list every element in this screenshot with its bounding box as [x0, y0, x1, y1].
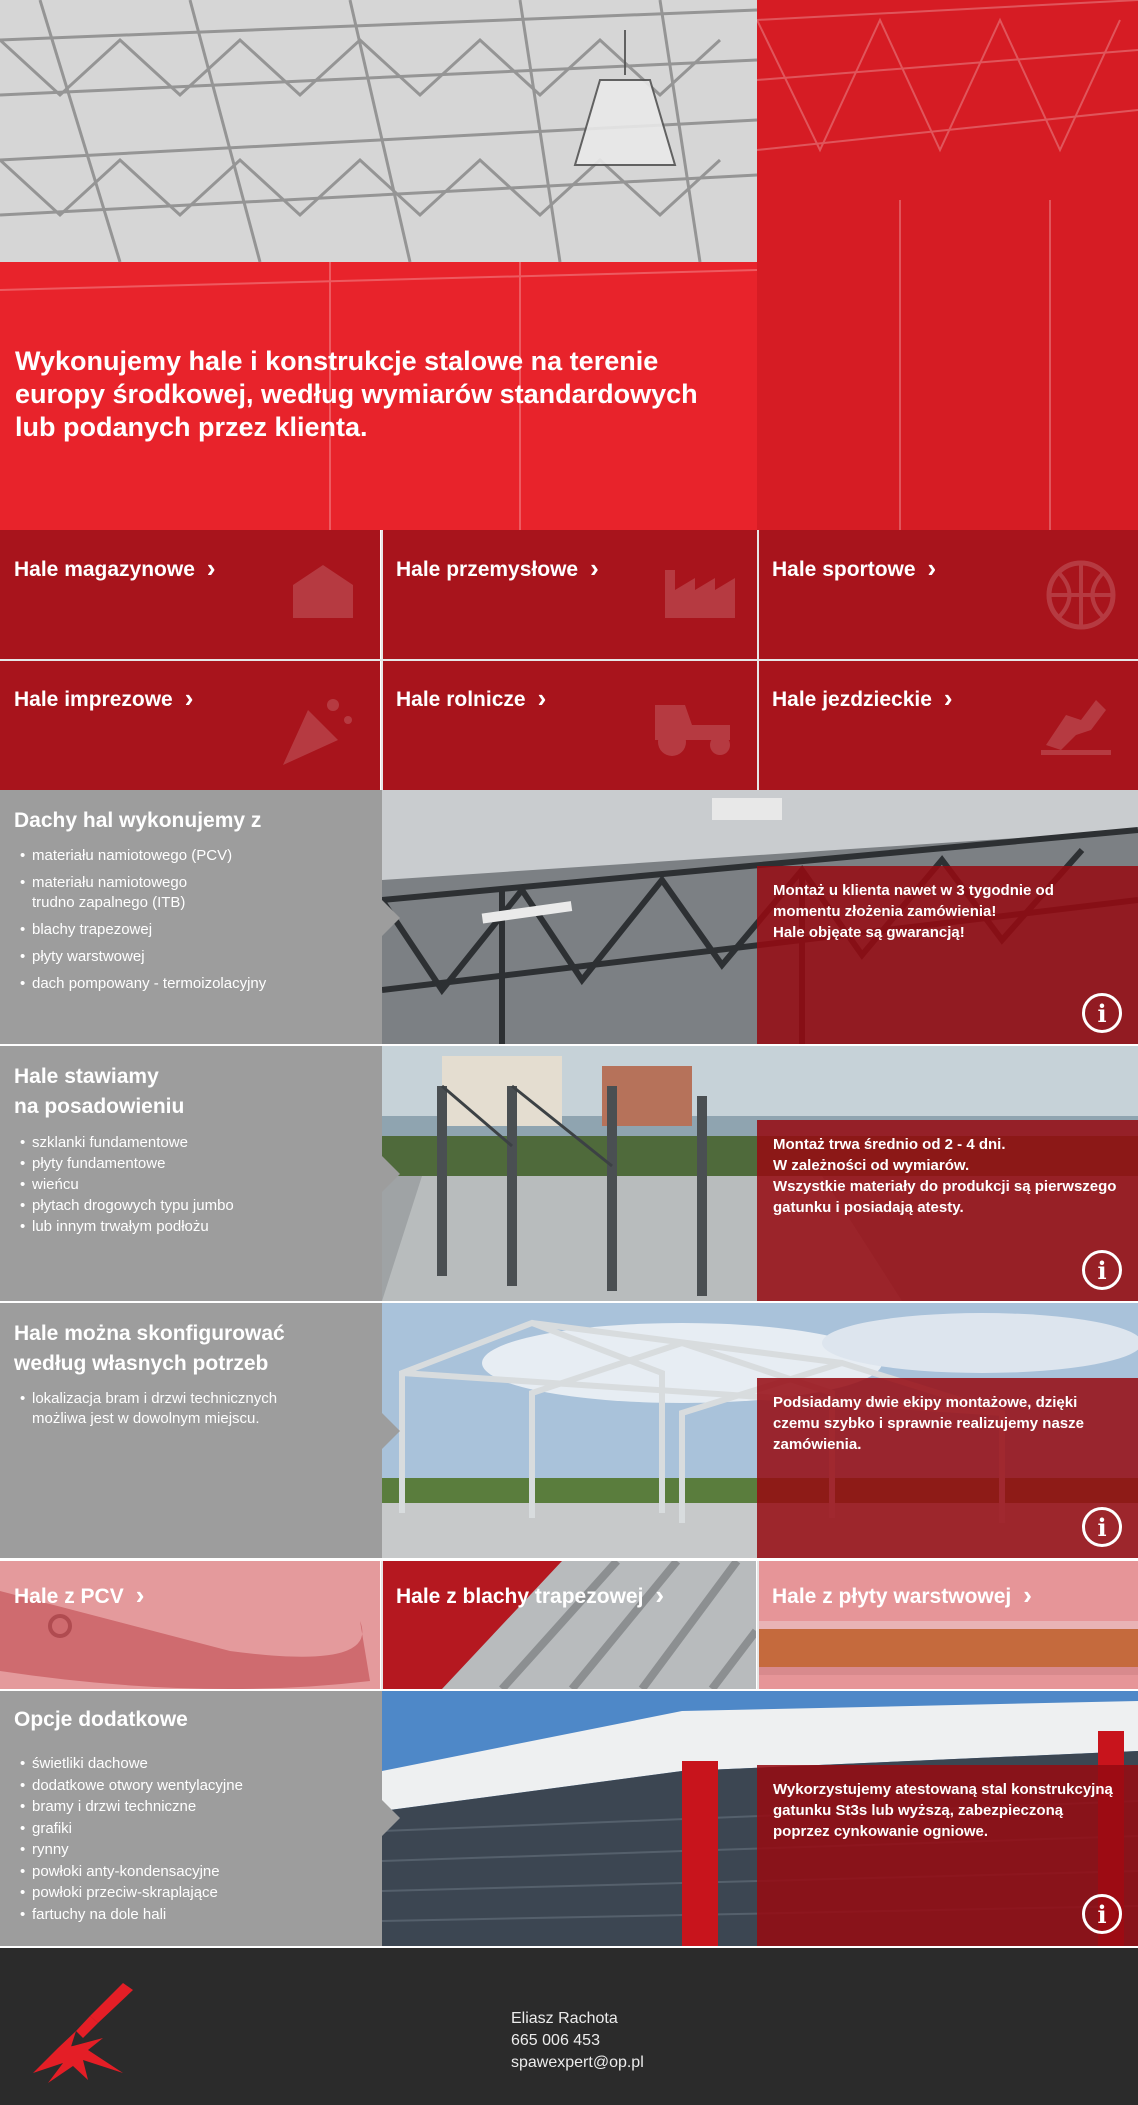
- chevron-right-icon: ›: [927, 553, 937, 583]
- material-trapezowa[interactable]: Hale z blachy trapezowej ›: [382, 1561, 756, 1689]
- info-icon[interactable]: i: [1082, 1894, 1122, 1934]
- chevron-right-icon: ›: [537, 683, 547, 713]
- foundation-panel: Hale stawiamy na posadowieniu szklanki f…: [0, 1046, 382, 1301]
- category-label: Hale imprezowe: [14, 688, 173, 711]
- category-hale-rolnicze[interactable]: Hale rolnicze ›: [382, 660, 762, 790]
- chevron-right-icon: ›: [943, 683, 953, 713]
- list-item: fartuchy na dole hali: [14, 1904, 368, 1926]
- chevron-right-icon: ›: [206, 553, 216, 583]
- list-item: powłoki przeciw-skraplające: [14, 1882, 368, 1904]
- roofs-panel: Dachy hal wykonujemy z materiału namioto…: [0, 790, 382, 1044]
- list-item: lokalizacja bram i drzwi technicznych mo…: [14, 1389, 368, 1429]
- info-icon[interactable]: i: [1082, 1507, 1122, 1547]
- category-hale-magazynowe[interactable]: Hale magazynowe ›: [0, 530, 380, 660]
- panel-arrow: [382, 1156, 400, 1192]
- warehouse-icon: [293, 565, 353, 618]
- chevron-right-icon: ›: [655, 1580, 665, 1610]
- category-label: Hale jezdzieckie: [772, 688, 932, 711]
- roofs-overlay: Montaż u klienta nawet w 3 tygodnie od m…: [757, 866, 1138, 1044]
- extras-overlay: Wykorzystujemy atestowaną stal konstrukc…: [757, 1765, 1138, 1946]
- category-hale-imprezowe[interactable]: Hale imprezowe ›: [0, 660, 380, 790]
- panel-arrow: [382, 1800, 400, 1836]
- chevron-right-icon: ›: [590, 553, 599, 583]
- contact-name: Eliasz Rachota: [511, 2010, 618, 2027]
- chevron-right-icon: ›: [1023, 1580, 1032, 1610]
- hero: Wykonujemy hale i konstrukcje stalowe na…: [0, 0, 1138, 530]
- category-label: Hale magazynowe: [14, 558, 195, 581]
- list-item: szklanki fundamentowe: [14, 1132, 368, 1153]
- info-icon[interactable]: i: [1082, 993, 1122, 1033]
- roofs-list: materiału namiotowego (PCV) materiału na…: [14, 846, 368, 994]
- contact-email[interactable]: spawexpert@op.pl: [511, 2052, 644, 2074]
- config-panel: Hale można skonfigurować według własnych…: [0, 1303, 382, 1558]
- list-item: blachy trapezowej: [14, 920, 368, 940]
- panel-arrow: [382, 900, 400, 936]
- extras-list: świetliki dachowe dodatkowe otwory wenty…: [14, 1753, 368, 1925]
- list-item: świetliki dachowe: [14, 1753, 368, 1775]
- panel-arrow: [382, 1413, 400, 1449]
- config-overlay: Podsiadamy dwie ekipy montażowe, dzięki …: [757, 1378, 1138, 1558]
- category-hale-przemyslowe[interactable]: Hale przemysłowe ›: [382, 530, 762, 660]
- extras-panel: Opcje dodatkowe świetliki dachowe dodatk…: [0, 1691, 382, 1946]
- list-item: powłoki anty-kondensacyjne: [14, 1861, 368, 1883]
- footer: Eliasz Rachota 665 006 453 spawexpert@op…: [0, 1948, 1138, 2105]
- material-warstwowa[interactable]: Hale z płyty warstwowej ›: [758, 1561, 1138, 1689]
- welding-torch-logo: [33, 1983, 133, 2083]
- list-item: materiału namiotowego trudno zapalnego (…: [14, 873, 368, 913]
- sandwich-panel-image: [758, 1621, 1138, 1675]
- horse-jump-icon: [1041, 700, 1111, 755]
- material-label: Hale z PCV: [14, 1585, 124, 1608]
- extras-title: Opcje dodatkowe: [14, 1708, 188, 1731]
- grid-divider: [381, 1561, 383, 1689]
- pcv-roll-image: [0, 1591, 370, 1689]
- foundation-title: Hale stawiamy na posadowieniu: [14, 1065, 185, 1118]
- roofs-title: Dachy hal wykonujemy z: [14, 809, 262, 832]
- party-icon: [283, 699, 352, 765]
- chevron-right-icon: ›: [184, 683, 194, 713]
- list-item: materiału namiotowego (PCV): [14, 846, 368, 866]
- list-item: lub innym trwałym podłożu: [14, 1216, 368, 1237]
- category-label: Hale sportowe: [772, 558, 916, 581]
- list-item: płyty warstwowej: [14, 947, 368, 967]
- category-label: Hale przemysłowe: [396, 558, 579, 581]
- trapezoid-sheet-image: [442, 1561, 756, 1689]
- list-item: grafiki: [14, 1818, 368, 1840]
- material-label: Hale z blachy trapezowej: [396, 1585, 644, 1608]
- chevron-right-icon: ›: [135, 1580, 145, 1610]
- material-label: Hale z płyty warstwowej: [772, 1585, 1012, 1608]
- contact-info: Eliasz Rachota 665 006 453 spawexpert@op…: [511, 2008, 644, 2074]
- list-item: bramy i drzwi techniczne: [14, 1796, 368, 1818]
- material-pcv[interactable]: Hale z PCV ›: [0, 1561, 380, 1689]
- config-list: lokalizacja bram i drzwi technicznych mo…: [14, 1389, 368, 1429]
- foundation-list: szklanki fundamentowe płyty fundamentowe…: [14, 1132, 368, 1237]
- category-hale-jezdzieckie[interactable]: Hale jezdzieckie ›: [758, 660, 1138, 790]
- contact-phone[interactable]: 665 006 453: [511, 2030, 644, 2052]
- grid-divider: [0, 659, 1138, 661]
- list-item: rynny: [14, 1839, 368, 1861]
- category-hale-sportowe[interactable]: Hale sportowe ›: [758, 530, 1138, 660]
- list-item: płyty fundamentowe: [14, 1153, 368, 1174]
- list-item: płytach drogowych typu jumbo: [14, 1195, 368, 1216]
- grid-divider: [757, 1561, 759, 1689]
- list-item: dodatkowe otwory wentylacyjne: [14, 1775, 368, 1797]
- list-item: dach pompowany - termoizolacyjny: [14, 974, 368, 994]
- basketball-icon: [1046, 560, 1116, 630]
- factory-icon: [665, 570, 735, 618]
- list-item: wieńcu: [14, 1174, 368, 1195]
- info-icon[interactable]: i: [1082, 1250, 1122, 1290]
- category-label: Hale rolnicze: [396, 688, 526, 711]
- tractor-icon: [655, 705, 730, 756]
- foundation-overlay: Montaż trwa średnio od 2 - 4 dni. W zale…: [757, 1120, 1138, 1301]
- hero-title: Wykonujemy hale i konstrukcje stalowe na…: [15, 346, 698, 442]
- roof-truss-illustration: [0, 0, 1138, 530]
- config-title: Hale można skonfigurować według własnych…: [14, 1322, 285, 1375]
